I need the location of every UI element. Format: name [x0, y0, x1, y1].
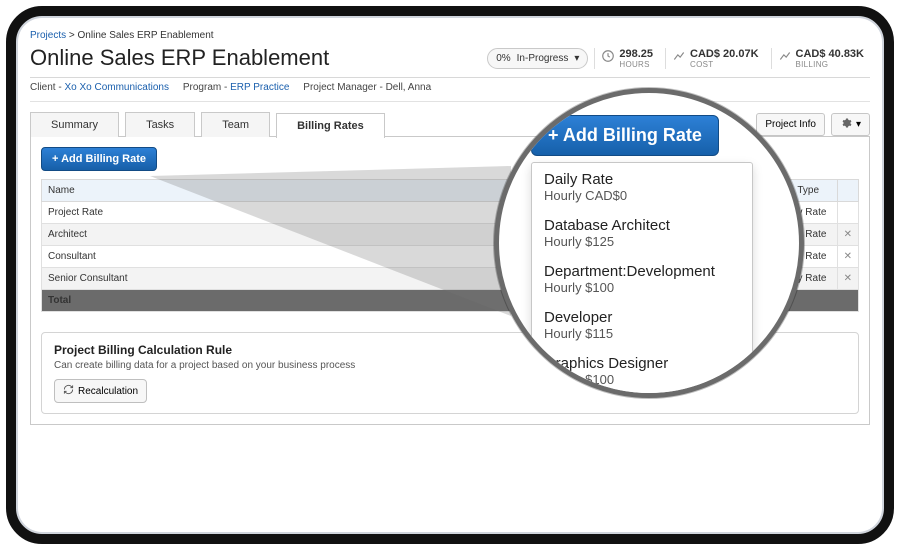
status-label: In-Progress [517, 53, 569, 64]
dropdown-item-name: Daily Rate [544, 171, 740, 188]
metric-billing: CAD$ 40.83K BILLING [771, 48, 870, 69]
pm-label: Project Manager - [303, 82, 385, 93]
tablet-frame: Projects > Online Sales ERP Enablement O… [6, 6, 894, 544]
dropdown-item-detail: Hourly $100 [544, 280, 740, 295]
dropdown-item[interactable]: DeveloperHourly $115 [532, 301, 752, 347]
metric-cost: CAD$ 20.07K COST [665, 48, 764, 69]
client-link[interactable]: Xo Xo Communications [64, 82, 169, 93]
tab-tasks[interactable]: Tasks [125, 112, 195, 137]
row-delete [837, 202, 858, 224]
dropdown-item[interactable]: Graphics DesignerHourly $100 [532, 347, 752, 393]
dropdown-item[interactable]: Department:DevelopmentHourly $100 [532, 255, 752, 301]
breadcrumb: Projects > Online Sales ERP Enablement [30, 30, 870, 41]
row-delete[interactable]: ✕ [837, 268, 858, 290]
title-row: Online Sales ERP Enablement 0% In-Progre… [30, 43, 870, 78]
breadcrumb-root-link[interactable]: Projects [30, 30, 66, 41]
chevron-down-icon: ▾ [856, 119, 861, 130]
clock-icon [601, 49, 615, 68]
program-label: Program - [183, 82, 230, 93]
page-title: Online Sales ERP Enablement [30, 45, 329, 71]
close-icon: ✕ [844, 251, 852, 262]
billing-label: BILLING [796, 60, 864, 69]
dropdown-item[interactable]: Database ArchitectHourly $125 [532, 209, 752, 255]
dropdown-item-detail: Hourly $125 [544, 234, 740, 249]
program-link[interactable]: ERP Practice [230, 82, 289, 93]
dropdown-item-name: Database Architect [544, 217, 740, 234]
subhead: Client - Xo Xo Communications Program - … [30, 78, 870, 102]
row-delete[interactable]: ✕ [837, 246, 858, 268]
tabs: Summary Tasks Team Billing Rates [30, 112, 385, 137]
status-pill[interactable]: 0% In-Progress ▾ [487, 48, 588, 69]
gear-icon [840, 117, 852, 132]
breadcrumb-sep: > [66, 30, 77, 41]
dropdown-item-detail: Hourly $100 [544, 372, 740, 387]
billing-rate-dropdown: Daily RateHourly CAD$0Database Architect… [531, 162, 753, 394]
hours-label: HOURS [619, 60, 653, 69]
recalc-label: Recalculation [78, 386, 138, 397]
recalculation-button[interactable]: Recalculation [54, 379, 147, 403]
metrics-bar: 0% In-Progress ▾ 298.25 HOURS [487, 48, 870, 69]
billing-icon [778, 49, 792, 68]
cost-icon [672, 49, 686, 68]
client-label: Client - [30, 82, 64, 93]
close-icon: ✕ [844, 273, 852, 284]
cost-label: COST [690, 60, 758, 69]
dropdown-item-detail: Hourly CAD$0 [544, 188, 740, 203]
magnifier-lens: + Add Billing Rate Daily RateHourly CAD$… [494, 88, 804, 398]
dropdown-item-name: Department:Development [544, 263, 740, 280]
dropdown-item[interactable]: Daily RateHourly CAD$0 [532, 163, 752, 209]
refresh-icon [63, 384, 74, 398]
chevron-down-icon: ▾ [574, 53, 579, 64]
hours-value: 298.25 [619, 48, 653, 60]
close-icon: ✕ [844, 229, 852, 240]
breadcrumb-current: Online Sales ERP Enablement [78, 30, 214, 41]
add-billing-rate-button-zoomed[interactable]: + Add Billing Rate [531, 115, 719, 156]
tab-team[interactable]: Team [201, 112, 270, 137]
tab-summary[interactable]: Summary [30, 112, 119, 137]
cost-value: CAD$ 20.07K [690, 48, 758, 60]
status-percent: 0% [496, 53, 510, 64]
dropdown-item-detail: Hourly $115 [544, 326, 740, 341]
dropdown-item-name: Graphics Designer [544, 355, 740, 372]
dropdown-item-name: Developer [544, 309, 740, 326]
pm-name: Dell, Anna [386, 82, 432, 93]
row-delete[interactable]: ✕ [837, 224, 858, 246]
col-actions [837, 180, 858, 202]
settings-menu-button[interactable]: ▾ [831, 113, 870, 136]
billing-value: CAD$ 40.83K [796, 48, 864, 60]
metric-hours: 298.25 HOURS [594, 48, 659, 69]
tab-billing-rates[interactable]: Billing Rates [276, 113, 385, 138]
add-billing-rate-button[interactable]: + Add Billing Rate [41, 147, 157, 171]
